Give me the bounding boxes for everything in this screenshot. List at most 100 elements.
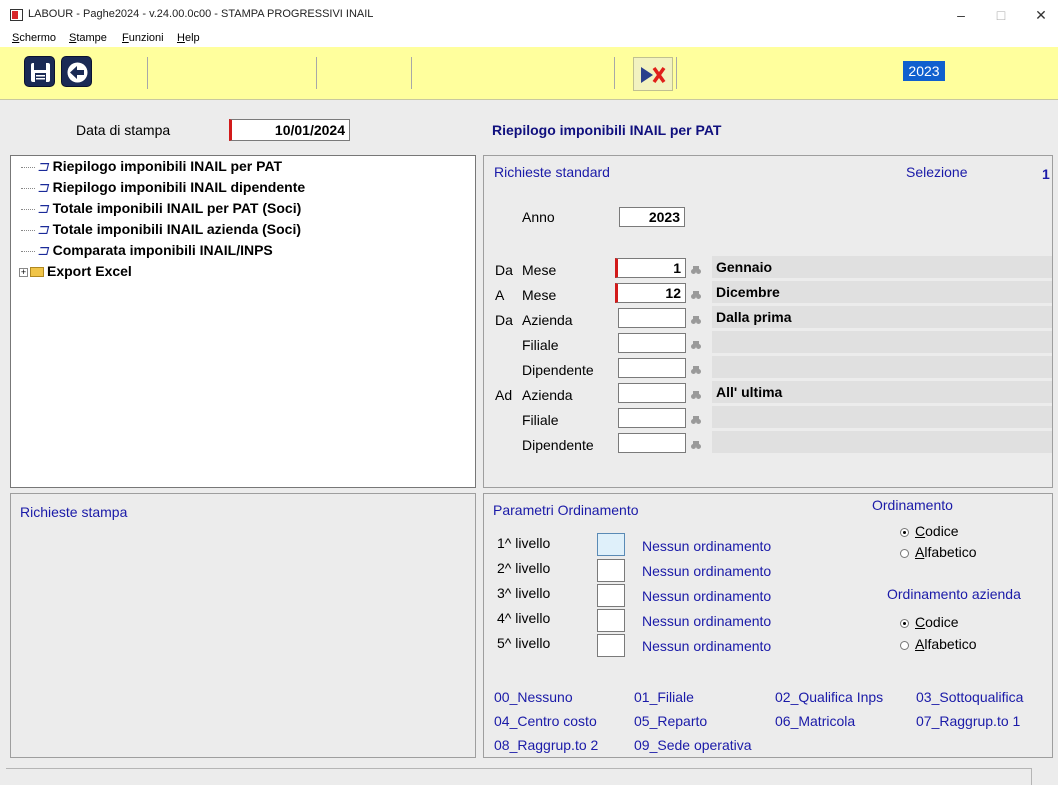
menu-help[interactable]: Help [177,32,200,44]
accel-letter: C [915,523,926,539]
anno-field[interactable]: 2023 [619,207,685,227]
radio-selected-icon [900,618,909,628]
ad-azienda-field[interactable] [618,383,686,403]
folder-icon [30,267,44,278]
toolbar-separator [147,57,148,89]
binoculars-icon[interactable] [691,337,701,353]
level-1-field[interactable] [597,533,625,556]
menu-funzioni[interactable]: Funzioni [122,32,164,44]
print-requests-panel: Richieste stampa [10,493,476,758]
level-4-field[interactable] [597,609,625,632]
level-3-field[interactable] [597,584,625,607]
level-label: 2^ livello [497,560,551,576]
legend-item: 04_Centro costo [494,713,597,729]
binoculars-icon[interactable] [691,387,701,403]
level-5-field[interactable] [597,634,625,657]
ordering-panel: Parametri Ordinamento 1^ livello Nessun … [483,493,1053,758]
tree-item-label: Totale imponibili INAIL per PAT (Soci) [52,200,302,216]
minimize-button[interactable]: – [946,3,976,27]
row-prefix: Da [495,312,513,328]
binoculars-icon[interactable] [691,412,701,428]
azienda-codice-radio[interactable]: Codice [900,614,959,630]
level-value: Nessun ordinamento [642,638,772,654]
accel-letter: C [915,614,926,630]
menu-funzioni-label: unzioni [128,32,164,44]
row-label: Azienda [522,312,573,328]
report-title: Riepilogo imponibili INAIL per PAT [492,122,722,138]
row-prefix: Da [495,262,513,278]
tree-item-riepilogo-dipendente[interactable]: ⊐ Riepilogo imponibili INAIL dipendente [21,179,305,199]
binoculars-icon[interactable] [691,437,701,453]
tree-item-comparata[interactable]: ⊐ Comparata imponibili INAIL/INPS [21,242,273,262]
selection-value: 1 [1042,166,1050,182]
level-label: 1^ livello [497,535,551,551]
binoculars-icon[interactable] [691,312,701,328]
ad-filiale-field[interactable] [618,408,686,428]
back-arrow-icon [67,62,88,83]
level-value: Nessun ordinamento [642,613,772,629]
da-azienda-field[interactable] [618,308,686,328]
maximize-button[interactable]: □ [986,3,1016,27]
tree-item-label: Riepilogo imponibili INAIL dipendente [52,179,306,195]
binoculars-icon[interactable] [691,262,701,278]
ordinamento-codice-radio[interactable]: Codice [900,523,959,539]
radio-label: lfabetico [924,636,977,652]
app-icon [10,9,23,21]
toolbar-separator [676,57,677,89]
print-cancel-button[interactable] [633,57,673,91]
save-button[interactable] [24,56,55,87]
expand-icon[interactable]: + [19,267,28,277]
ad-filiale-desc [712,406,1052,428]
menu-schermo[interactable]: Schermo [12,32,56,44]
azienda-alfabetico-radio[interactable]: Alfabetico [900,636,977,652]
close-button[interactable]: ✕ [1026,3,1056,27]
toolbar-separator [411,57,412,89]
a-mese-field[interactable]: 12 [615,283,686,303]
radio-unselected-icon [900,548,909,558]
tree-item-totale-pat-soci[interactable]: ⊐ Totale imponibili INAIL per PAT (Soci) [21,200,301,220]
radio-label: odice [925,614,959,630]
da-filiale-desc [712,331,1052,353]
legend-item: 08_Raggrup.to 2 [494,737,599,753]
tree-item-label: Export Excel [47,263,132,279]
binoculars-icon[interactable] [691,362,701,378]
tree-item-totale-azienda-soci[interactable]: ⊐ Totale imponibili INAIL azienda (Soci) [21,221,301,241]
legend-item: 06_Matricola [775,713,856,729]
print-requests-heading: Richieste stampa [20,504,128,520]
print-date-field[interactable]: 10/01/2024 [229,119,350,141]
ad-dipendente-field[interactable] [618,433,686,453]
row-label: Dipendente [522,362,594,378]
menu-stampe[interactable]: Stampe [69,32,107,44]
radio-label: lfabetico [924,544,977,560]
back-button[interactable] [61,56,92,87]
row-prefix: Ad [495,387,513,403]
radio-selected-icon [900,527,909,537]
binoculars-icon[interactable] [691,287,701,303]
da-mese-field[interactable]: 1 [615,258,686,278]
menu-help-label: elp [184,32,200,44]
level-2-field[interactable] [597,559,625,582]
row-label: Filiale [522,412,559,428]
da-dipendente-field[interactable] [618,358,686,378]
da-filiale-field[interactable] [618,333,686,353]
legend-item: 07_Raggrup.to 1 [916,713,1021,729]
row-label: Azienda [522,387,573,403]
da-azienda-desc: Dalla prima [712,306,1052,328]
legend-item: 05_Reparto [634,713,708,729]
report-icon: ⊐ [37,221,49,237]
report-icon: ⊐ [37,179,49,195]
radio-label: odice [925,523,959,539]
tree-item-riepilogo-pat[interactable]: ⊐ Riepilogo imponibili INAIL per PAT [21,158,282,178]
ordinamento-alfabetico-radio[interactable]: Alfabetico [900,544,977,560]
row-label: Dipendente [522,437,594,453]
standard-requests-panel: Richieste standard Selezione 1 Anno 2023… [483,155,1053,488]
tree-item-export-excel[interactable]: + Export Excel [19,263,132,283]
row-label: Mese [522,287,557,303]
title-bar: LABOUR - Paghe2024 - v.24.00.0c00 - STAM… [0,0,1058,31]
level-label: 3^ livello [497,585,551,601]
window-title: LABOUR - Paghe2024 - v.24.00.0c00 - STAM… [28,8,374,20]
ad-azienda-desc: All' ultima [712,381,1052,403]
tree-item-label: Riepilogo imponibili INAIL per PAT [52,158,283,174]
ordinamento-azienda-title: Ordinamento azienda [887,586,1021,602]
ordering-heading: Parametri Ordinamento [493,502,639,518]
